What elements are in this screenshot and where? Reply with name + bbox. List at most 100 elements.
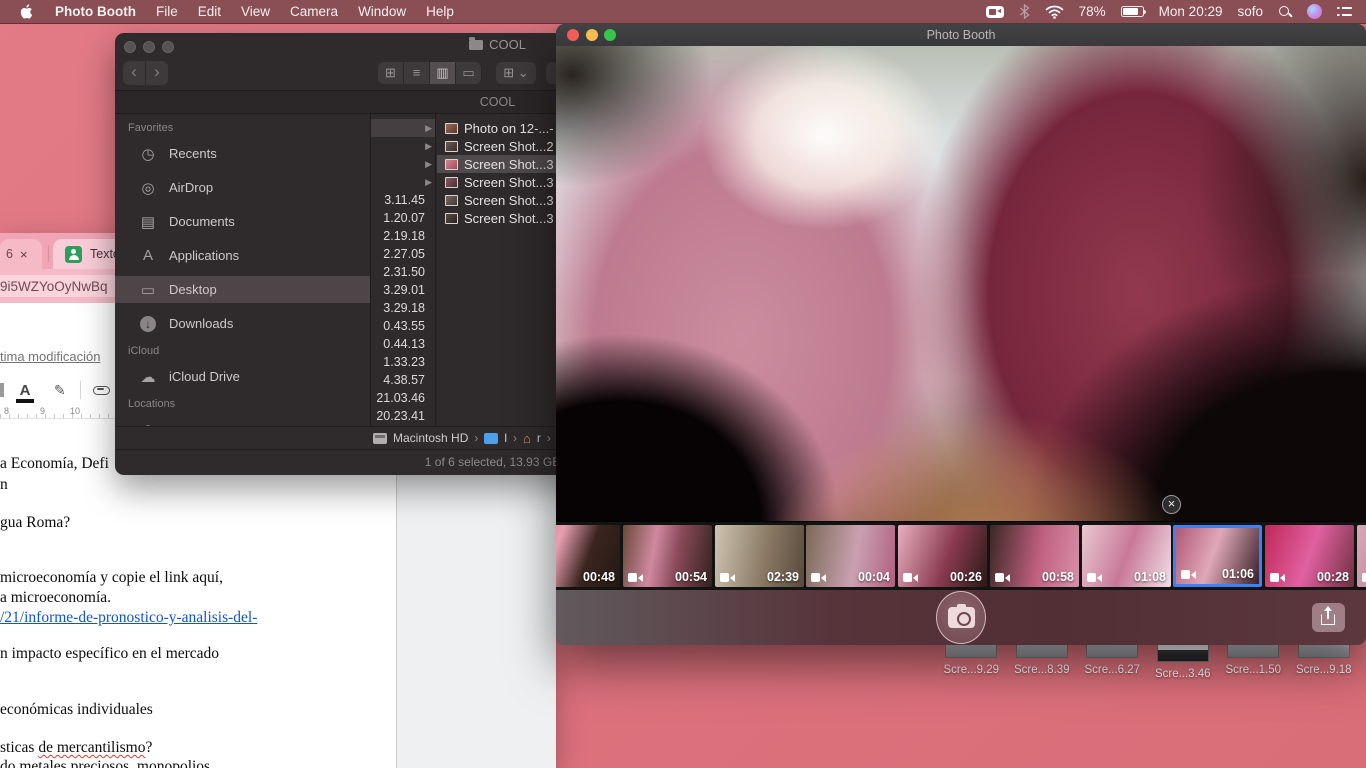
file-name-fragment: 3.29.01: [371, 281, 435, 299]
sidebar-item[interactable]: ◷ Recents: [115, 140, 370, 167]
tab-close-icon[interactable]: ×: [20, 247, 28, 262]
video-duration: 00:58: [1042, 570, 1074, 584]
notification-center-icon[interactable]: [1337, 6, 1352, 17]
video-thumbnail[interactable]: [1357, 525, 1366, 587]
sidebar-item[interactable]: ▤ Documents: [115, 208, 370, 235]
video-thumbnail[interactable]: 00:54: [623, 525, 712, 587]
desktop-icon[interactable]: Scre...3.46: [1148, 642, 1219, 680]
sidebar-item[interactable]: ◎ AirDrop: [115, 174, 370, 201]
delete-thumbnail-button[interactable]: ×: [1162, 495, 1181, 514]
doc-hyperlink[interactable]: /21/informe-de-pronostico-y-analisis-del…: [0, 609, 556, 627]
video-thumbnail[interactable]: 00:26: [898, 525, 987, 587]
video-thumbnail[interactable]: 00:28: [1265, 525, 1354, 587]
menubar-menu-item[interactable]: View: [231, 4, 280, 19]
photo-booth-title-bar[interactable]: Photo Booth: [556, 24, 1366, 46]
desktop-icon[interactable]: Scre...8.39: [1007, 642, 1078, 680]
photo-booth-control-bar: [556, 590, 1366, 645]
column1-folder-rows: ▶ ▶ ▶ ▶: [371, 119, 435, 191]
browser-tab-partial[interactable]: 6 ×: [0, 239, 42, 269]
menubar-menu-item[interactable]: Edit: [188, 4, 231, 19]
path-segment[interactable]: r: [537, 431, 541, 445]
video-camera-badge-icon: [1270, 573, 1286, 582]
spotlight-search-icon[interactable]: [1278, 5, 1292, 19]
file-row[interactable]: 1.20.07: [371, 209, 435, 227]
sidebar-item[interactable]: ↓ Downloads: [115, 310, 370, 337]
video-thumbnail[interactable]: 02:39: [715, 525, 804, 587]
text-color-icon[interactable]: A: [14, 382, 36, 399]
filmstrip: 00:48 00:54 02:39 00:04 00:26: [556, 521, 1366, 590]
share-button[interactable]: [1312, 603, 1345, 632]
docs-last-modified-link[interactable]: tima modificación: [0, 349, 100, 364]
bluetooth-icon[interactable]: [1019, 4, 1030, 19]
menubar-clock[interactable]: Mon 20:29: [1159, 4, 1223, 19]
video-duration: 00:54: [675, 570, 707, 584]
file-row[interactable]: 1.33.23: [371, 353, 435, 371]
column-view-button[interactable]: ▥: [430, 62, 456, 84]
file-row[interactable]: 3.29.01: [371, 281, 435, 299]
menubar-menu-item[interactable]: Window: [348, 4, 416, 19]
gallery-view-button[interactable]: ▭: [456, 62, 482, 84]
menubar-menu-item[interactable]: Help: [416, 4, 464, 19]
file-row[interactable]: 21.03.46: [371, 389, 435, 407]
toolbar-clipped-icon: [0, 383, 4, 397]
video-thumbnail[interactable]: 00:04: [806, 525, 895, 587]
file-row[interactable]: 0.44.13: [371, 335, 435, 353]
menubar-user[interactable]: sofo: [1237, 4, 1263, 19]
doc-text-line: gua Roma?: [0, 514, 556, 532]
file-row[interactable]: 20.23.41: [371, 407, 435, 425]
zoom-button[interactable]: [604, 29, 616, 41]
menubar-menu-item[interactable]: Camera: [280, 4, 348, 19]
sidebar-item[interactable]: ⊕: [115, 416, 370, 426]
video-thumbnail[interactable]: 01:06: [1173, 525, 1262, 587]
desktop-icon[interactable]: Scre...1.50: [1218, 642, 1289, 680]
sidebar-item[interactable]: ▭ Desktop: [115, 276, 370, 303]
battery-icon[interactable]: [1121, 6, 1144, 17]
file-row[interactable]: 4.38.57: [371, 371, 435, 389]
sidebar-item[interactable]: A Applications: [115, 242, 370, 269]
group-by-button[interactable]: ⊞ ⌄: [496, 62, 536, 84]
icon-view-button[interactable]: ⊞: [378, 62, 404, 84]
camera-preview: [556, 46, 1366, 521]
insert-link-icon[interactable]: [93, 386, 110, 395]
apple-menu[interactable]: [0, 4, 45, 19]
disclosure-triangle-icon: ▶: [425, 177, 432, 188]
file-row[interactable]: 3.11.45: [371, 191, 435, 209]
back-button[interactable]: ‹: [123, 61, 145, 85]
video-thumbnail[interactable]: 00:58: [990, 525, 1079, 587]
disclosure-triangle-icon: ▶: [425, 159, 432, 170]
siri-icon[interactable]: [1307, 4, 1322, 19]
menubar-menu-item[interactable]: File: [146, 4, 188, 19]
wifi-icon[interactable]: [1045, 5, 1064, 19]
path-segment[interactable]: Macintosh HD: [393, 431, 468, 445]
file-row[interactable]: 2.19.18: [371, 227, 435, 245]
sidebar-item-icon: A: [137, 247, 159, 264]
video-thumbnail[interactable]: 00:48: [556, 525, 620, 587]
list-view-button[interactable]: ≡: [404, 62, 430, 84]
desktop-icon[interactable]: Scre...9.29: [936, 642, 1007, 680]
sidebar-section-favorites: Favorites: [128, 122, 370, 134]
photo-booth-traffic-lights[interactable]: [567, 29, 616, 41]
screen-record-icon[interactable]: [986, 6, 1004, 18]
file-name: Screen Shot...3: [464, 211, 554, 226]
desktop-icon[interactable]: Scre...9.18: [1289, 642, 1360, 680]
menu-app-name[interactable]: Photo Booth: [45, 4, 146, 19]
file-row[interactable]: 2.31.50: [371, 263, 435, 281]
folder-row[interactable]: ▶: [371, 155, 435, 173]
sidebar-item-label: iCloud Drive: [169, 369, 240, 384]
folder-row[interactable]: ▶: [371, 137, 435, 155]
capture-button[interactable]: [936, 591, 986, 644]
sidebar-item-label: Applications: [169, 248, 239, 263]
minimize-button[interactable]: [586, 29, 598, 41]
close-button[interactable]: [567, 29, 579, 41]
video-thumbnail[interactable]: 01:08: [1082, 525, 1171, 587]
folder-row[interactable]: ▶: [371, 173, 435, 191]
paint-format-icon[interactable]: ✎: [54, 382, 66, 399]
path-segment[interactable]: l: [504, 431, 507, 445]
file-row[interactable]: 0.43.55: [371, 317, 435, 335]
file-row[interactable]: 2.27.05: [371, 245, 435, 263]
sidebar-item[interactable]: ☁ iCloud Drive: [115, 363, 370, 390]
forward-button[interactable]: ›: [146, 61, 168, 85]
desktop-icon[interactable]: Scre...6.27: [1077, 642, 1148, 680]
file-row[interactable]: 3.29.18: [371, 299, 435, 317]
folder-row[interactable]: ▶: [371, 119, 435, 137]
